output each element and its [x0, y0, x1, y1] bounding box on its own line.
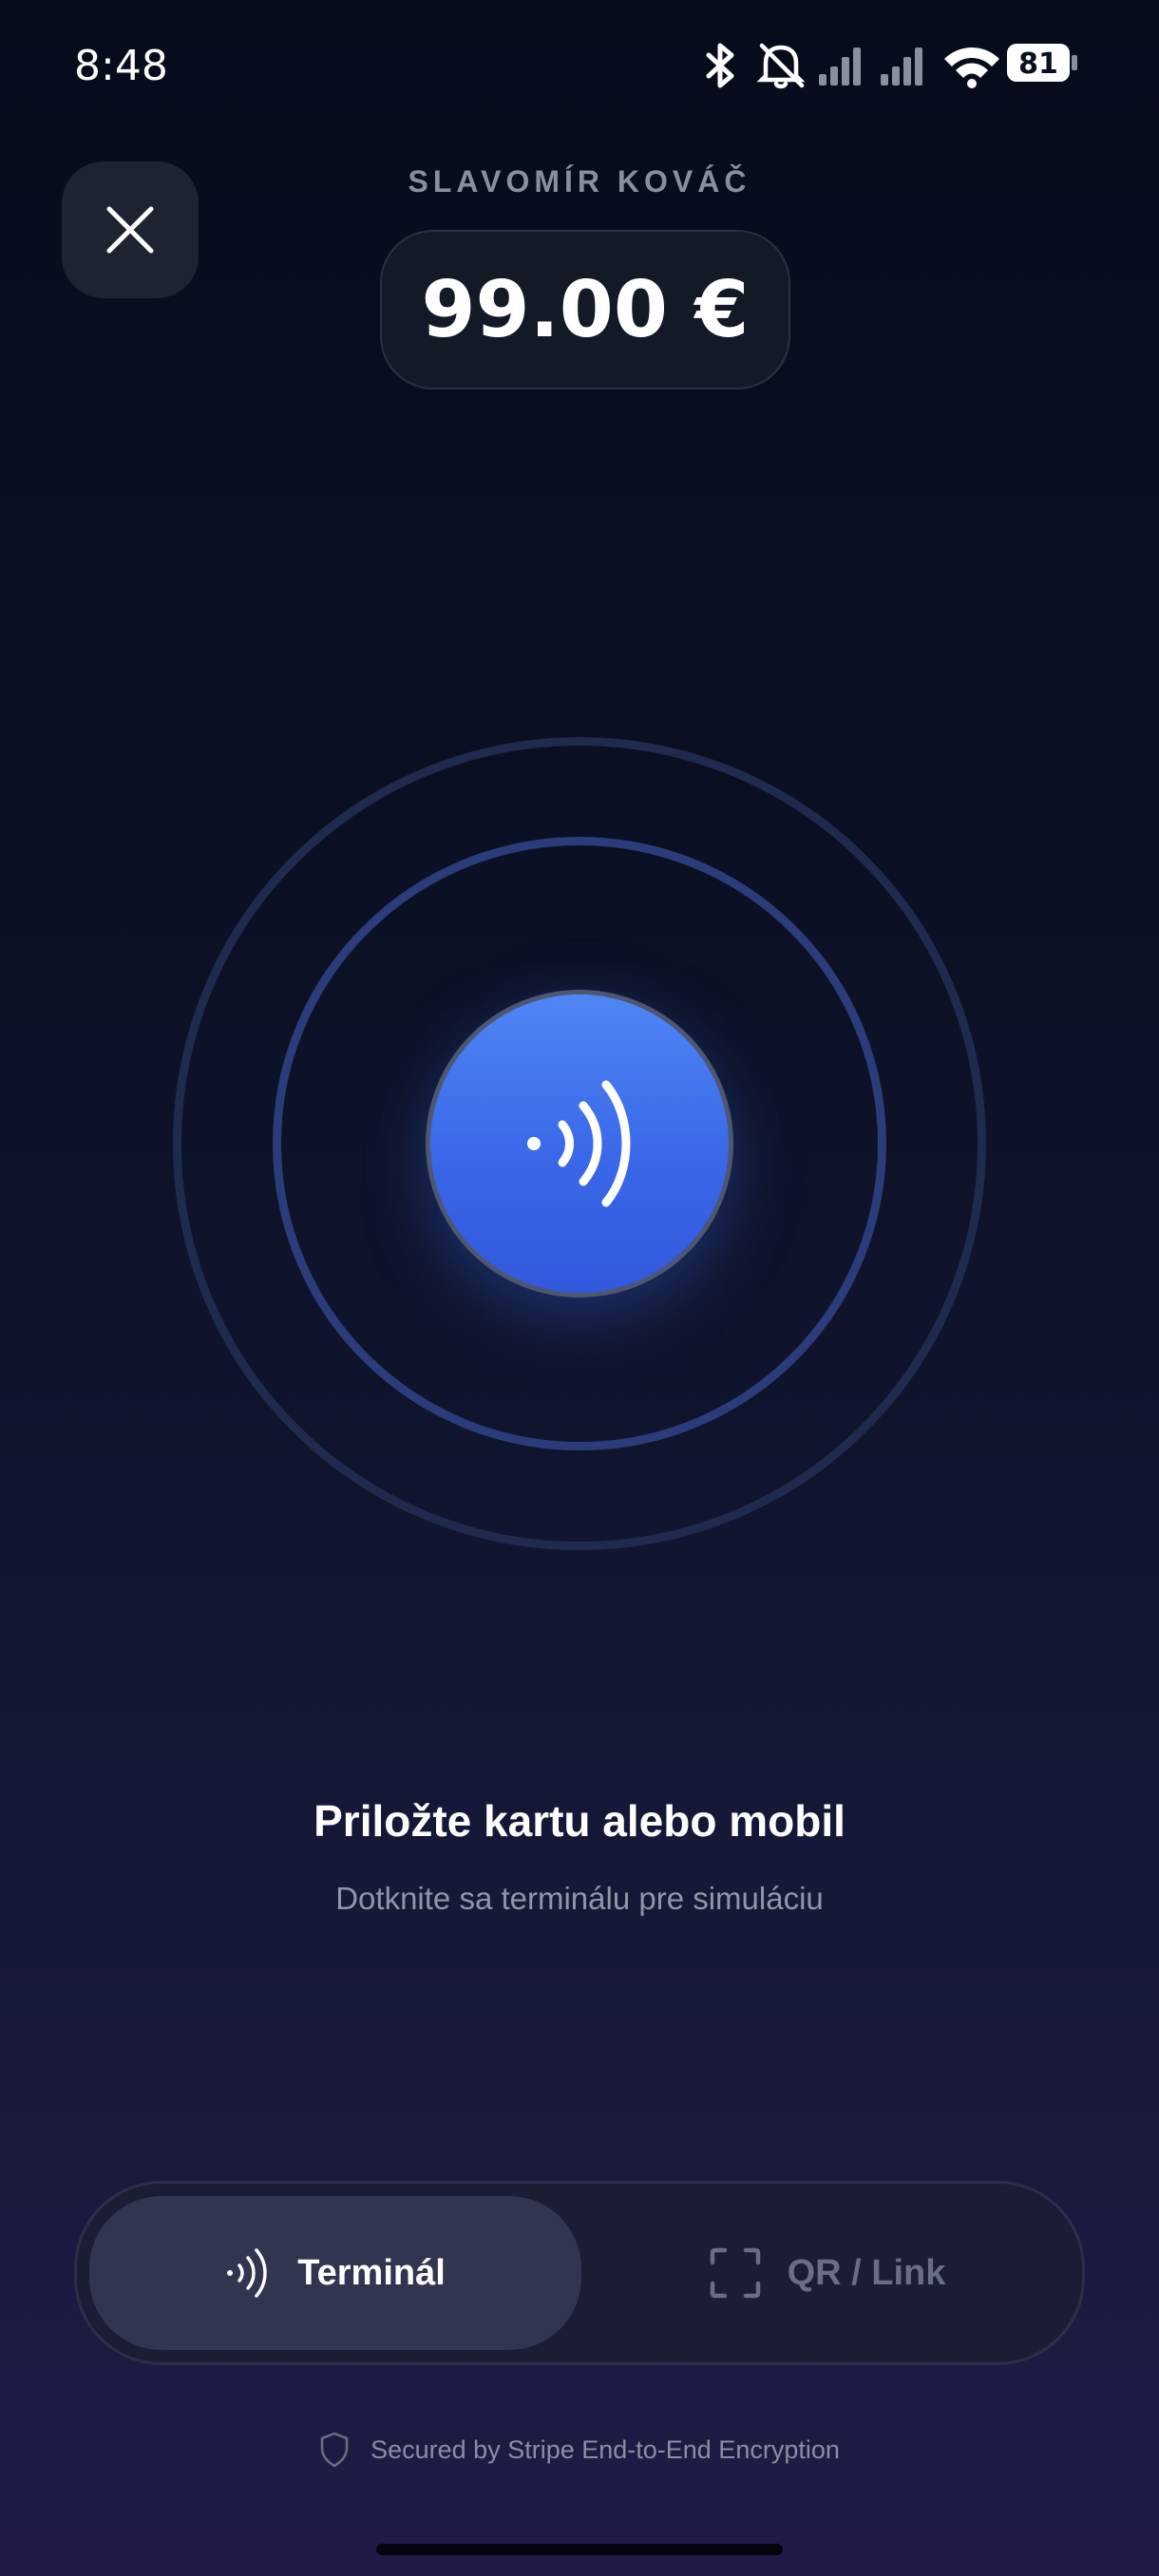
- tab-qr-link[interactable]: QR / Link: [581, 2196, 1074, 2350]
- tab-terminal[interactable]: Terminál: [89, 2196, 581, 2350]
- contactless-icon: [227, 2248, 267, 2298]
- close-icon: [106, 206, 154, 254]
- home-indicator[interactable]: [376, 2544, 783, 2555]
- tab-qr-link-label: QR / Link: [787, 2252, 946, 2293]
- battery-icon: 81: [1007, 44, 1077, 82]
- amount-display: 99.00 €: [380, 230, 790, 389]
- merchant-name: SLAVOMÍR KOVÁČ: [408, 164, 751, 199]
- status-time: 8:48: [74, 42, 168, 90]
- prompt-subtitle: Dotknite sa terminálu pre simuláciu: [335, 1881, 824, 1916]
- signal-icon: [819, 47, 861, 85]
- shield-icon: [320, 2432, 349, 2468]
- prompt-title: Priložte kartu alebo mobil: [314, 1796, 846, 1846]
- bluetooth-icon: [706, 43, 734, 88]
- wifi-icon: [944, 47, 999, 88]
- muted-bell-icon: [756, 43, 806, 89]
- security-note: Secured by Stripe End-to-End Encryption: [0, 2432, 1159, 2468]
- status-icons: 81: [706, 43, 1077, 89]
- tab-terminal-label: Terminál: [297, 2252, 446, 2293]
- security-text: Secured by Stripe End-to-End Encryption: [370, 2434, 840, 2464]
- nfc-tap-target[interactable]: [426, 990, 733, 1297]
- battery-level: 81: [1018, 47, 1058, 81]
- contactless-icon: [527, 1080, 631, 1207]
- amount-value: 99.00 €: [421, 264, 750, 355]
- qr-scan-icon: [710, 2247, 760, 2299]
- signal-icon: [881, 47, 922, 85]
